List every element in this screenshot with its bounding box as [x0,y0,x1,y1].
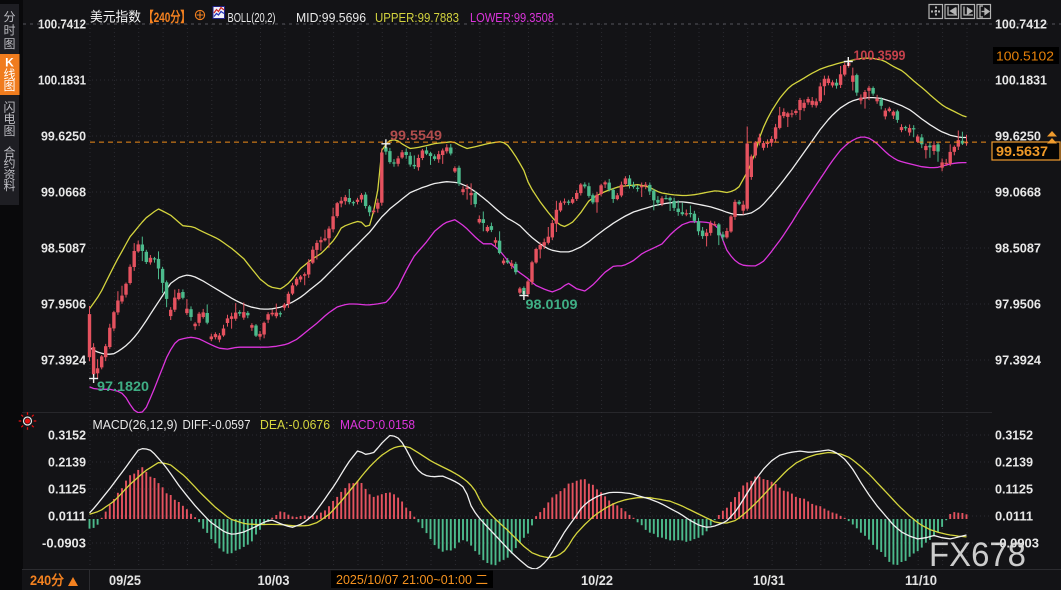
svg-text:MACD(26,12,9): MACD(26,12,9) [93,418,178,432]
svg-text:0.0111: 0.0111 [48,510,86,524]
svg-text:图: 图 [3,124,15,138]
svg-text:97.9506: 97.9506 [995,298,1041,312]
svg-text:料: 料 [3,179,15,193]
svg-text:99.6250: 99.6250 [995,130,1041,144]
svg-text:分: 分 [3,10,15,24]
svg-text:09/25: 09/25 [109,573,141,588]
svg-text:97.3924: 97.3924 [41,354,86,368]
svg-text:100.1831: 100.1831 [995,74,1047,88]
svg-text:0.2139: 0.2139 [995,456,1033,470]
svg-text:时: 时 [3,23,15,37]
svg-text:0.2139: 0.2139 [48,456,86,470]
svg-text:10/22: 10/22 [581,573,613,588]
svg-text:0.1125: 0.1125 [48,483,86,497]
svg-text:97.9506: 97.9506 [41,298,86,312]
svg-text:240分: 240分 [30,573,64,588]
svg-text:【240分】: 【240分】 [144,9,191,25]
svg-text:100.5102: 100.5102 [996,49,1054,64]
svg-text:10/31: 10/31 [753,573,785,588]
svg-text:97.1820: 97.1820 [97,378,149,394]
svg-text:0.1125: 0.1125 [995,483,1033,497]
svg-text:LOWER:99.3508: LOWER:99.3508 [470,11,554,25]
svg-text:98.0109: 98.0109 [526,296,578,312]
svg-text:100.7412: 100.7412 [38,18,86,32]
svg-text:100.7412: 100.7412 [995,18,1047,32]
svg-text:UPPER:99.7883: UPPER:99.7883 [375,11,459,25]
svg-text:2025/10/07 21:00~01:00 二: 2025/10/07 21:00~01:00 二 [336,572,488,587]
svg-text:98.5087: 98.5087 [41,242,86,256]
svg-text:0.3152: 0.3152 [48,429,86,443]
svg-text:MID:99.5696: MID:99.5696 [296,11,366,25]
svg-text:10/03: 10/03 [258,573,290,588]
svg-text:0.0111: 0.0111 [995,510,1033,524]
svg-text:FX678: FX678 [929,536,1026,574]
svg-text:0.3152: 0.3152 [995,429,1033,443]
svg-text:美元指数: 美元指数 [90,10,141,25]
svg-text:99.0668: 99.0668 [41,186,86,200]
svg-text:图: 图 [3,79,15,93]
svg-text:99.5637: 99.5637 [996,144,1048,159]
svg-text:BOLL(20,2): BOLL(20,2) [228,11,276,25]
svg-text:100.1831: 100.1831 [38,74,86,88]
svg-text:-0.0903: -0.0903 [42,537,86,551]
svg-text:图: 图 [3,37,15,51]
svg-text:99.5549: 99.5549 [390,127,442,143]
svg-text:MACD:0.0158: MACD:0.0158 [340,418,415,432]
svg-text:99.6250: 99.6250 [41,130,86,144]
svg-text:DIFF:-0.0597: DIFF:-0.0597 [183,418,251,432]
svg-text:99.0668: 99.0668 [995,186,1041,200]
svg-text:DEA:-0.0676: DEA:-0.0676 [260,418,330,432]
svg-text:11/10: 11/10 [905,573,937,588]
svg-text:98.5087: 98.5087 [995,242,1041,256]
svg-text:97.3924: 97.3924 [995,354,1041,368]
svg-text:100.3599: 100.3599 [854,47,906,63]
